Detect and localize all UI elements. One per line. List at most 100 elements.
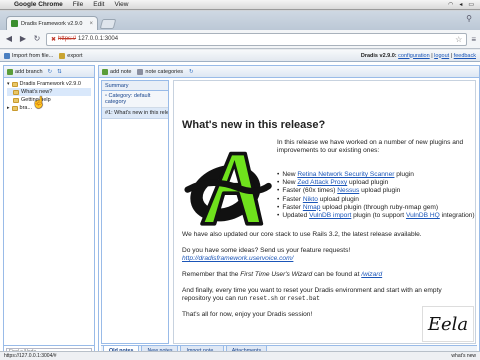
categories-icon (137, 68, 144, 75)
list-item: Faster Nmap upload plugin (through ruby-… (277, 204, 475, 212)
status-right-text: what's new (451, 353, 476, 359)
list-item: New Zed Attack Proxy upload plugin (277, 179, 475, 187)
note-title: What's new in this release? (182, 119, 326, 131)
nessus-link[interactable]: Nessus (337, 187, 359, 194)
browser-window: Dradis Framework v2.9.0 × ⚲ ◀ ▶ ↻ ✖ http… (0, 11, 480, 360)
reset-bat-command: reset.bat (287, 295, 320, 302)
export-icon (59, 52, 66, 59)
import-button[interactable]: Import from file... (4, 52, 54, 59)
note-paragraph-core: We have also updated our core stack to u… (182, 231, 422, 238)
tree-node-label: Dradis Framework v2.9.0 (19, 81, 81, 87)
add-note-button[interactable]: add note (102, 68, 132, 75)
url-scheme: https:// (58, 36, 77, 42)
watermark-text: Eela (427, 313, 469, 335)
menubar-status-icons: ◠ ◂ ▭ (448, 1, 480, 8)
add-branch-label: add branch (15, 68, 43, 75)
vulndb-hq-link[interactable]: VulnDB HQ (406, 212, 440, 219)
refresh-tree-icon[interactable]: ↻ (48, 69, 53, 75)
lock-warning-icon: ✖ (51, 36, 57, 43)
expand-tree-icon[interactable]: ⇅ (57, 69, 62, 75)
new-tab-button[interactable] (99, 19, 117, 29)
feedback-link[interactable]: feedback (454, 53, 476, 59)
tree-node-whats-new[interactable]: What's new? (7, 88, 91, 96)
note-paragraph-reset: And finally, every time you want to rese… (182, 287, 442, 302)
status-url: https://127.0.0.1:3004/# (4, 353, 57, 359)
folder-icon (13, 97, 19, 103)
tree-node-label: bra... (19, 105, 33, 111)
dradis-favicon-icon (11, 20, 18, 27)
import-icon (4, 52, 10, 59)
add-note-label: add note (110, 68, 132, 75)
tree-toolbar: add branch ↻ ⇅ (4, 66, 94, 78)
note-categories-button[interactable]: note categories (137, 68, 184, 75)
version-text: Dradis v2.9.0: (360, 52, 397, 59)
summary-category[interactable]: ▫ Category: default category (102, 91, 168, 108)
note-paragraph-wizard: Remember that the First Time User's Wiza… (182, 271, 383, 278)
profile-icon[interactable]: ⚲ (466, 14, 472, 23)
dradis-logo (184, 151, 272, 226)
logout-link[interactable]: logout (434, 53, 449, 59)
wizard-link[interactable]: /wizard (361, 271, 382, 278)
notes-toolbar: add note note categories ↻ (99, 66, 479, 78)
list-item: Faster Nikto upload plugin (277, 196, 475, 204)
tab-title: Dradis Framework v2.9.0 (21, 20, 83, 27)
ideas-text: Do you have some ideas? Send us your fea… (182, 247, 351, 254)
add-branch-button[interactable]: add branch (7, 68, 43, 75)
mouse-cursor-icon: ☝ (32, 97, 46, 109)
export-label: export (67, 52, 83, 59)
top-links: Dradis v2.9.0: configuration | logout | … (360, 52, 476, 59)
wrench-menu-icon[interactable]: ≡ (471, 35, 476, 44)
wizard-name: First Time User's Wizard (240, 271, 313, 278)
add-branch-icon (7, 68, 13, 75)
menu-view[interactable]: View (114, 1, 128, 8)
dradis-app: Import from file... export Dradis v2.9.0… (0, 50, 480, 360)
note-paragraph-ideas: Do you have some ideas? Send us your fea… (182, 247, 472, 263)
retina-link[interactable]: Retina Network Security Scanner (297, 171, 394, 178)
vulndb-import-link[interactable]: VulnDB import (309, 212, 351, 219)
expand-icon[interactable]: ▸ (7, 105, 10, 111)
watermark-logo: Eela (422, 306, 474, 342)
battery-icon[interactable]: ▭ (468, 1, 474, 8)
note-view: What's new in this release? In this rele… (173, 80, 476, 344)
bookmark-star-icon[interactable]: ☆ (455, 35, 462, 44)
tree-node-label: What's new? (21, 89, 53, 95)
zap-link[interactable]: Zed Attack Proxy (297, 179, 347, 186)
menu-file[interactable]: File (73, 1, 83, 8)
reload-icon[interactable]: ↻ (32, 34, 42, 44)
configuration-link[interactable]: configuration (398, 53, 430, 59)
summary-category-label: Category: default category (105, 93, 151, 105)
changes-list: New Retina Network Security Scanner plug… (277, 171, 475, 220)
address-bar[interactable]: ✖ https:// 127.0.0.1:3004 ☆ (46, 32, 468, 46)
collapse-icon[interactable]: ▾ (7, 81, 10, 87)
nikto-link[interactable]: Nikto (303, 196, 318, 203)
folder-icon (11, 81, 18, 87)
back-icon[interactable]: ◀ (4, 34, 14, 44)
node-tree: ▾ Dradis Framework v2.9.0 What's new? Ge… (4, 78, 94, 114)
summary-note-row[interactable]: #1: What's new in this relea (102, 108, 168, 119)
uservoice-link[interactable]: http://dradisframework.uservoice.com/ (182, 255, 293, 262)
os-menubar: Google Chrome File Edit View ◠ ◂ ▭ (0, 0, 480, 10)
nmap-link[interactable]: Nmap (303, 204, 321, 211)
browser-tab[interactable]: Dradis Framework v2.9.0 × (6, 16, 98, 30)
folder-icon (11, 105, 18, 111)
volume-icon[interactable]: ◂ (459, 1, 462, 8)
list-item: Updated VulnDB import plugin (to support… (277, 212, 475, 220)
notes-summary: Summary ▫ Category: default category #1:… (101, 80, 169, 344)
menu-edit[interactable]: Edit (93, 1, 104, 8)
refresh-notes-icon[interactable]: ↻ (189, 69, 194, 75)
import-label: Import from file... (12, 52, 54, 59)
export-button[interactable]: export (59, 52, 83, 59)
summary-header: Summary (102, 81, 168, 91)
tree-node-branch[interactable]: ▸ bra... (7, 104, 91, 112)
reset-sh-command: reset.sh (249, 295, 278, 302)
note-intro: In this release we have worked on a numb… (277, 139, 464, 154)
tree-node-root[interactable]: ▾ Dradis Framework v2.9.0 (7, 80, 91, 88)
close-tab-icon[interactable]: × (89, 21, 93, 27)
note-categories-label: note categories (145, 68, 184, 75)
wifi-icon[interactable]: ◠ (448, 1, 453, 8)
menu-app-name[interactable]: Google Chrome (14, 1, 63, 8)
forward-icon[interactable]: ▶ (18, 34, 28, 44)
tab-strip: Dradis Framework v2.9.0 × ⚲ (0, 11, 480, 30)
browser-toolbar: ◀ ▶ ↻ ✖ https:// 127.0.0.1:3004 ☆ ≡ (0, 30, 480, 49)
tree-node-getting-help[interactable]: Getting help ☝ (7, 96, 91, 109)
